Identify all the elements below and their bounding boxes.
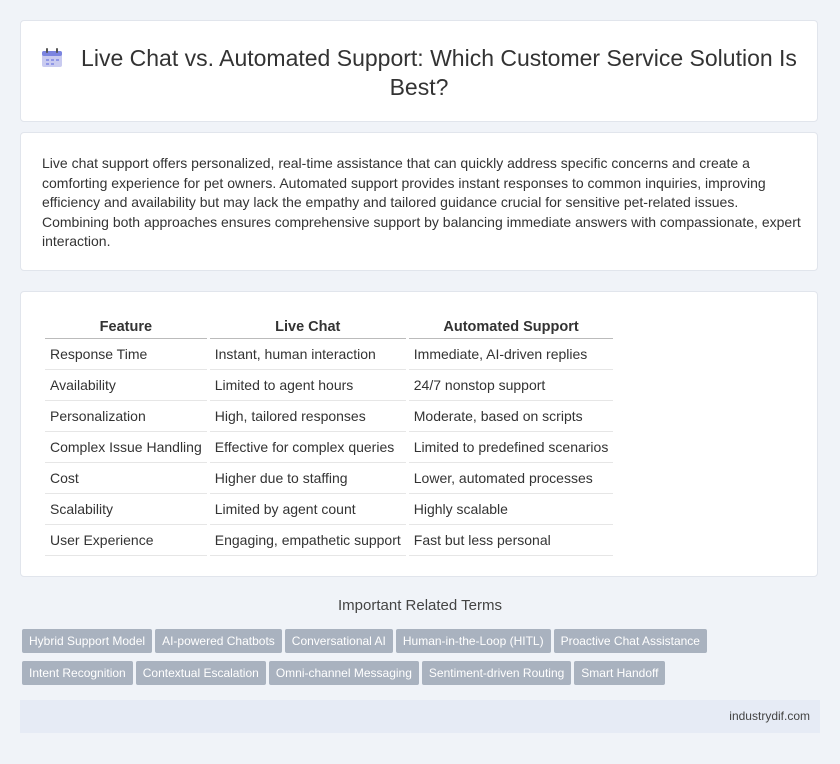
- table-cell: Personalization: [45, 401, 207, 432]
- footer-site-link[interactable]: industrydif.com: [729, 709, 810, 723]
- table-cell: 24/7 nonstop support: [408, 370, 614, 401]
- footer: industrydif.com: [20, 700, 820, 733]
- tag-proactive-chat-assistance[interactable]: Proactive Chat Assistance: [553, 629, 707, 653]
- page-title: Live Chat vs. Automated Support: Which C…: [21, 44, 817, 102]
- table-row: Personalization High, tailored responses…: [45, 401, 614, 432]
- table-cell: Effective for complex queries: [209, 432, 406, 463]
- table-header-row: Feature Live Chat Automated Support: [45, 316, 614, 339]
- table-cell: Limited to predefined scenarios: [408, 432, 614, 463]
- table-cell: Highly scalable: [408, 494, 614, 525]
- title-card: Live Chat vs. Automated Support: Which C…: [20, 20, 818, 122]
- intro-paragraph: Live chat support offers personalized, r…: [42, 155, 801, 249]
- tag-contextual-escalation[interactable]: Contextual Escalation: [135, 661, 266, 685]
- table-cell: Moderate, based on scripts: [408, 401, 614, 432]
- tag-omni-channel-messaging[interactable]: Omni-channel Messaging: [268, 661, 419, 685]
- calendar-icon: [42, 48, 63, 67]
- table-cell: Complex Issue Handling: [45, 432, 207, 463]
- table-cell: Limited to agent hours: [209, 370, 406, 401]
- table-row: Availability Limited to agent hours 24/7…: [45, 370, 614, 401]
- header-feature: Feature: [45, 316, 207, 339]
- table-cell: Instant, human interaction: [209, 339, 406, 370]
- table-cell: Cost: [45, 463, 207, 494]
- table-cell: User Experience: [45, 525, 207, 556]
- related-terms-tags: Hybrid Support Model AI-powered Chatbots C…: [22, 629, 822, 693]
- header-automated-support: Automated Support: [408, 316, 614, 339]
- tag-human-in-the-loop[interactable]: Human-in-the-Loop (HITL): [395, 629, 551, 653]
- table-row: User Experience Engaging, empathetic sup…: [45, 525, 614, 556]
- table-cell: Scalability: [45, 494, 207, 525]
- intro-card: Live chat support offers personalized, r…: [20, 132, 818, 271]
- table-cell: Response Time: [45, 339, 207, 370]
- table-row: Response Time Instant, human interaction…: [45, 339, 614, 370]
- table-cell: Higher due to staffing: [209, 463, 406, 494]
- table-cell: Limited by agent count: [209, 494, 406, 525]
- table-row: Complex Issue Handling Effective for com…: [45, 432, 614, 463]
- table-row: Scalability Limited by agent count Highl…: [45, 494, 614, 525]
- tag-hybrid-support-model[interactable]: Hybrid Support Model: [22, 629, 153, 653]
- table-row: Cost Higher due to staffing Lower, autom…: [45, 463, 614, 494]
- table-cell: Fast but less personal: [408, 525, 614, 556]
- table-cell: Availability: [45, 370, 207, 401]
- table-cell: Engaging, empathetic support: [209, 525, 406, 556]
- tag-ai-powered-chatbots[interactable]: AI-powered Chatbots: [155, 629, 282, 653]
- tag-smart-handoff[interactable]: Smart Handoff: [574, 661, 666, 685]
- tag-intent-recognition[interactable]: Intent Recognition: [22, 661, 133, 685]
- comparison-table: Feature Live Chat Automated Support Resp…: [42, 316, 616, 556]
- page-title-text: Live Chat vs. Automated Support: Which C…: [81, 45, 797, 100]
- table-cell: Lower, automated processes: [408, 463, 614, 494]
- comparison-card: Feature Live Chat Automated Support Resp…: [20, 291, 818, 577]
- table-cell: Immediate, AI-driven replies: [408, 339, 614, 370]
- related-terms-title: Important Related Terms: [338, 597, 502, 614]
- tag-conversational-ai[interactable]: Conversational AI: [284, 629, 393, 653]
- table-cell: High, tailored responses: [209, 401, 406, 432]
- header-live-chat: Live Chat: [209, 316, 406, 339]
- tag-sentiment-driven-routing[interactable]: Sentiment-driven Routing: [421, 661, 572, 685]
